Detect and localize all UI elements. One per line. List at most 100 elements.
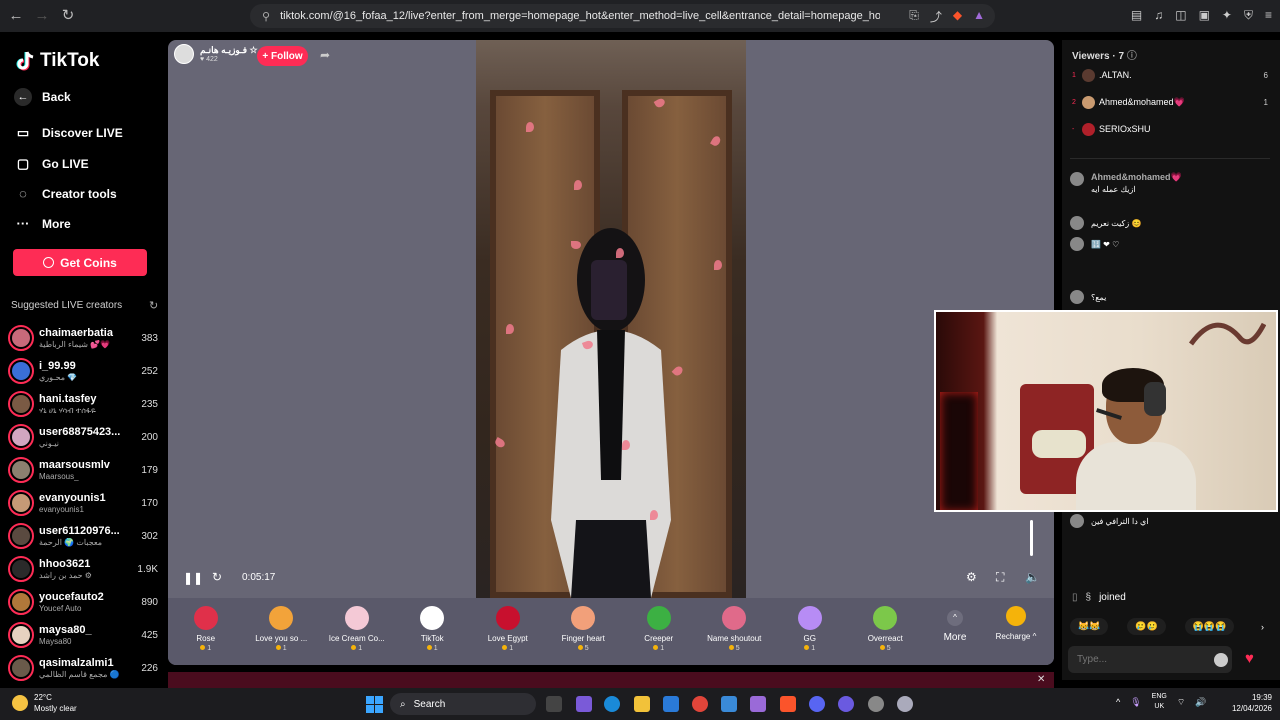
reload-icon[interactable]: ↻: [58, 6, 78, 26]
settings-icon[interactable]: [897, 696, 913, 712]
chat-avatar[interactable]: [1070, 172, 1084, 186]
url-text[interactable]: tiktok.com/@16_fofaa_12/live?enter_from_…: [280, 10, 880, 22]
gift-item[interactable]: Love Egypt 1: [470, 598, 546, 665]
chat-input-box[interactable]: [1068, 646, 1232, 673]
gift-item[interactable]: GG 1: [772, 598, 848, 665]
quick-reaction[interactable]: 😭😭😭: [1184, 618, 1235, 635]
share-icon[interactable]: ⤴: [930, 8, 942, 25]
gift-item[interactable]: Rose 1: [168, 598, 244, 665]
brave-rewards-icon[interactable]: ▲: [973, 8, 985, 25]
translate-icon[interactable]: ⎘: [909, 8, 919, 25]
edge-icon[interactable]: [604, 696, 620, 712]
split-view-icon[interactable]: ◫: [1175, 8, 1186, 23]
refresh-icon[interactable]: ↻: [149, 299, 158, 312]
close-icon[interactable]: ✕: [1037, 674, 1045, 685]
vpn-icon[interactable]: ⛨: [1244, 8, 1253, 23]
chat-input[interactable]: [1077, 654, 1197, 665]
gift-item[interactable]: Ice Cream Co... 1: [319, 598, 395, 665]
file-explorer-icon[interactable]: [634, 696, 650, 712]
nav-creator-tools[interactable]: ◌ Creator tools: [14, 186, 117, 201]
chevron-right-icon[interactable]: ›: [1253, 619, 1272, 635]
creator-item[interactable]: hani.tasfey ሃኒ ሀኒ ሃሳብ ተሰፋዬ 235: [8, 388, 160, 420]
creator-item[interactable]: youcefauto2 Youcef Auto 890: [8, 586, 160, 618]
viewer-row[interactable]: - SERIOxSHU: [1072, 120, 1268, 138]
clock[interactable]: 19:39 12/04/2026: [1228, 692, 1272, 714]
chevron-up-icon[interactable]: ^: [1116, 697, 1120, 707]
gift-item[interactable]: TikTok 1: [395, 598, 471, 665]
chat-username[interactable]: Ahmed&mohamed💗: [1091, 172, 1270, 183]
settings-gear-icon[interactable]: ⚙: [966, 570, 977, 584]
like-heart-icon[interactable]: ♥: [1245, 650, 1254, 667]
forward-arrow-icon[interactable]: →: [32, 6, 52, 26]
volume-icon[interactable]: 🔈: [1025, 570, 1040, 584]
creator-item[interactable]: evanyounis1 evanyounis1 170: [8, 487, 160, 519]
sidebar-panel-icon[interactable]: ▤: [1131, 8, 1142, 23]
nav-go-live[interactable]: ▢ Go LIVE: [14, 156, 89, 172]
address-bar[interactable]: ⚲ tiktok.com/@16_fofaa_12/live?enter_fro…: [250, 4, 995, 28]
creator-item[interactable]: qasimalzalmi1 مجمع قاسم الظالمي 🔵 226: [8, 652, 160, 684]
weather-widget[interactable]: 22°C Mostly clear: [12, 692, 77, 714]
brave-shield-icon[interactable]: ◆: [953, 8, 962, 25]
nav-discover-live[interactable]: ▭ Discover LIVE: [14, 125, 123, 141]
creator-item[interactable]: maarsousmlv Maarsous_ 179: [8, 454, 160, 486]
gift-item[interactable]: Finger heart 5: [546, 598, 622, 665]
chat-avatar[interactable]: [1070, 216, 1084, 230]
discord-icon[interactable]: [809, 696, 825, 712]
copilot-icon[interactable]: [576, 696, 592, 712]
teams-icon[interactable]: [750, 696, 766, 712]
chat-avatar[interactable]: [1070, 290, 1084, 304]
back-link[interactable]: ← Back: [14, 88, 71, 106]
chat-avatar[interactable]: [1070, 514, 1084, 528]
back-arrow-icon[interactable]: ←: [6, 6, 26, 26]
creator-item[interactable]: user61120976... معجبات 🌍 الرحمة 302: [8, 520, 160, 552]
microphone-icon[interactable]: 🎙: [1130, 697, 1141, 708]
site-info-icon[interactable]: ⚲: [262, 10, 270, 23]
language-indicator[interactable]: ENG UK: [1152, 692, 1167, 712]
creator-item[interactable]: maysa80_ Maysa80 425: [8, 619, 160, 651]
creator-item[interactable]: user68875423... نيـوني 200: [8, 421, 160, 453]
store-icon[interactable]: [663, 696, 679, 712]
quick-reaction[interactable]: 🥲🥲: [1127, 618, 1166, 635]
extensions-icon[interactable]: ✦: [1222, 8, 1232, 23]
more-gifts-button[interactable]: ^ More: [923, 598, 987, 665]
media-icon[interactable]: ♫: [1154, 8, 1163, 23]
host-avatar[interactable]: [174, 44, 194, 64]
volume-slider[interactable]: [1030, 520, 1033, 556]
creator-item[interactable]: hhoo3621 حمد بن راشد ⚙ 1.9K: [8, 553, 160, 585]
taskbar-search[interactable]: ⌕ Search: [390, 693, 536, 715]
recharge-button[interactable]: Recharge ^: [987, 598, 1045, 665]
pause-icon[interactable]: ❚❚: [183, 571, 203, 585]
windows-start-icon[interactable]: [366, 696, 383, 713]
fullscreen-icon[interactable]: ⛶: [996, 570, 1004, 585]
mail-icon[interactable]: [721, 696, 737, 712]
info-icon[interactable]: ⓘ: [1127, 51, 1137, 62]
viewer-row[interactable]: 1 .ALTAN. 6: [1072, 66, 1268, 84]
gift-item[interactable]: Love you so ... 1: [244, 598, 320, 665]
live-video[interactable]: [476, 40, 746, 598]
share-arrow-icon[interactable]: ➦: [320, 48, 336, 64]
chrome-icon[interactable]: [692, 696, 708, 712]
menu-icon[interactable]: ≡: [1265, 8, 1272, 23]
gift-item[interactable]: Name shoutout 5: [697, 598, 773, 665]
quick-reaction[interactable]: 😹😹: [1070, 618, 1109, 635]
follow-button[interactable]: + Follow: [257, 46, 308, 66]
tiktok-logo[interactable]: TikTok: [16, 50, 99, 72]
get-coins-button[interactable]: Get Coins: [13, 249, 147, 276]
emoji-icon[interactable]: [1214, 653, 1228, 667]
chat-avatar[interactable]: [1070, 237, 1084, 251]
gift-item[interactable]: Creeper 1: [621, 598, 697, 665]
nav-more[interactable]: ··· More: [14, 216, 71, 231]
speaker-icon[interactable]: 🔊: [1195, 697, 1206, 708]
creator-item[interactable]: chaimaerbatia شيماء الرباطية 💕💗 383: [8, 322, 160, 354]
gift-item[interactable]: Overreact 5: [848, 598, 924, 665]
task-view-icon[interactable]: [546, 696, 562, 712]
creator-item[interactable]: i_99.99 محـوري 💎 252: [8, 355, 160, 387]
brave-icon[interactable]: [780, 696, 796, 712]
wifi-icon[interactable]: ⌔: [1177, 697, 1185, 708]
host-chip[interactable]: فـوزيـه هانـم ☆. ♥ 422: [174, 44, 260, 64]
wallet-icon[interactable]: ▣: [1199, 8, 1210, 23]
obs-icon[interactable]: [838, 696, 854, 712]
app-icon[interactable]: [868, 696, 884, 712]
viewer-row[interactable]: 2 Ahmed&mohamed💗 1: [1072, 93, 1268, 111]
replay-icon[interactable]: ↻: [212, 570, 222, 584]
